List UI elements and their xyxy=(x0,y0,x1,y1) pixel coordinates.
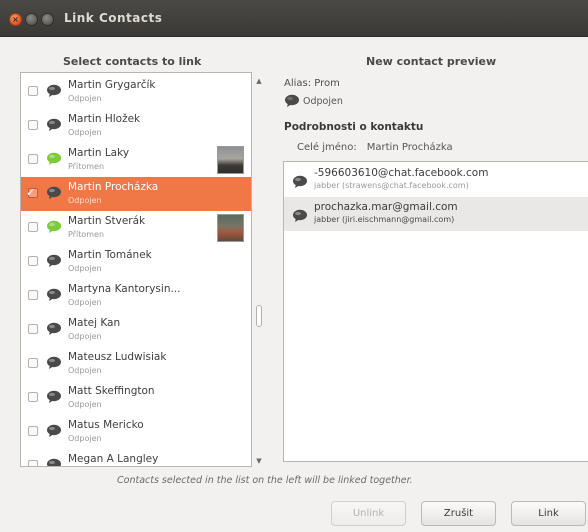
contact-status: Odpojen xyxy=(68,332,102,341)
account-protocol: jabber (jiri.eischmann@gmail.com) xyxy=(314,215,455,224)
account-row[interactable]: prochazka.mar@gmail.com jabber (jiri.eisc… xyxy=(284,197,588,231)
contact-details-title: Podrobnosti o kontaktu xyxy=(284,121,424,133)
online-status-icon xyxy=(47,152,61,165)
contact-avatar xyxy=(217,146,244,174)
contact-row[interactable]: Martin Grygarčík Odpojen xyxy=(21,75,251,109)
contact-status: Odpojen xyxy=(68,434,102,443)
contact-checkbox[interactable] xyxy=(28,290,38,300)
contact-row[interactable]: Martin Stverák Přítomen xyxy=(21,211,251,245)
contact-name: Matej Kan xyxy=(68,317,121,329)
link-hint-text: Contacts selected in the list on the lef… xyxy=(117,475,413,486)
contact-status: Přítomen xyxy=(68,230,105,239)
linked-accounts-list[interactable]: -596603610@chat.facebook.com jabber (stra… xyxy=(283,161,588,462)
contact-row[interactable]: ✓ Martin Procházka Odpojen xyxy=(21,177,251,211)
contact-list-scrollbar[interactable]: ▲ ▼ xyxy=(254,72,264,467)
link-contacts-dialog: × Link Contacts Select contacts to link … xyxy=(0,0,588,532)
contact-checkbox[interactable] xyxy=(28,392,38,402)
preview-status-text: Odpojen xyxy=(303,96,343,107)
contact-name: Martin Stverák xyxy=(68,215,146,227)
contact-row[interactable]: Martin Tománek Odpojen xyxy=(21,245,251,279)
offline-status-icon xyxy=(47,424,61,437)
contact-row[interactable]: Mateusz Ludwisiak Odpojen xyxy=(21,347,251,381)
contact-name: Matt Skeffington xyxy=(68,385,155,397)
contact-row[interactable]: Matt Skeffington Odpojen xyxy=(21,381,251,415)
contact-row[interactable]: Megan A Langley xyxy=(21,449,251,466)
contact-checkbox[interactable] xyxy=(28,86,38,96)
window-title: Link Contacts xyxy=(64,11,163,25)
online-status-icon xyxy=(47,220,61,233)
contact-checkbox[interactable] xyxy=(28,222,38,232)
scrollbar-thumb[interactable] xyxy=(256,305,262,327)
offline-status-icon xyxy=(285,94,299,107)
contact-name: Martin Tománek xyxy=(68,249,152,261)
contact-name: Martin Laky xyxy=(68,147,130,159)
contact-name: Mateusz Ludwisiak xyxy=(68,351,167,363)
offline-status-icon xyxy=(47,322,61,335)
alias-label: Alias: Prom xyxy=(284,78,340,89)
contact-row[interactable]: Matej Kan Odpojen xyxy=(21,313,251,347)
contact-row[interactable]: Martin Hložek Odpojen xyxy=(21,109,251,143)
contact-status: Odpojen xyxy=(68,94,102,103)
account-id: -596603610@chat.facebook.com xyxy=(314,167,489,179)
full-name-row: Celé jméno: Martin Procházka xyxy=(297,142,453,153)
contact-status: Přítomen xyxy=(68,162,105,171)
contact-list[interactable]: Martin Grygarčík Odpojen Martin Hložek Odpo… xyxy=(20,72,252,467)
cancel-button[interactable]: Zrušit xyxy=(421,501,496,526)
offline-status-icon xyxy=(47,288,61,301)
select-contacts-heading: Select contacts to link xyxy=(63,55,202,68)
full-name-label: Celé jméno: xyxy=(297,142,357,153)
contact-checkbox[interactable] xyxy=(28,154,38,164)
offline-status-icon xyxy=(293,175,307,188)
contact-checkbox[interactable] xyxy=(28,324,38,334)
scroll-down-arrow-icon[interactable]: ▼ xyxy=(254,456,264,466)
contact-checkbox[interactable] xyxy=(28,460,38,466)
scroll-up-arrow-icon[interactable]: ▲ xyxy=(254,76,264,86)
close-icon: × xyxy=(12,15,19,24)
account-row[interactable]: -596603610@chat.facebook.com jabber (stra… xyxy=(284,163,588,197)
contact-row[interactable]: Matus Mericko Odpojen xyxy=(21,415,251,449)
contact-status: Odpojen xyxy=(68,366,102,375)
contact-row[interactable]: Martin Laky Přítomen xyxy=(21,143,251,177)
offline-status-icon xyxy=(293,209,307,222)
contact-name: Martyna Kantorysin... xyxy=(68,283,181,295)
account-id: prochazka.mar@gmail.com xyxy=(314,201,458,213)
offline-status-icon xyxy=(47,390,61,403)
contact-name: Matus Mericko xyxy=(68,419,144,431)
account-protocol: jabber (strawens@chat.facebook.com) xyxy=(314,181,469,190)
offline-status-icon xyxy=(47,254,61,267)
contact-checkbox[interactable] xyxy=(28,358,38,368)
offline-status-icon xyxy=(47,356,61,369)
contact-checkbox[interactable] xyxy=(28,426,38,436)
contact-status: Odpojen xyxy=(68,264,102,273)
title-bar: × Link Contacts xyxy=(0,0,588,37)
offline-status-icon xyxy=(47,458,61,466)
maximize-window-button[interactable] xyxy=(41,13,54,26)
contact-status: Odpojen xyxy=(68,400,102,409)
contact-checkbox[interactable] xyxy=(28,256,38,266)
contact-status: Odpojen xyxy=(68,196,102,205)
contact-avatar xyxy=(217,214,244,242)
contact-name: Martin Grygarčík xyxy=(68,79,156,91)
contact-status: Odpojen xyxy=(68,128,102,137)
link-button[interactable]: Link xyxy=(511,501,586,526)
unlink-button[interactable]: Unlink xyxy=(331,501,406,526)
offline-status-icon xyxy=(47,84,61,97)
checkmark-icon: ✓ xyxy=(26,186,36,199)
contact-status: Odpojen xyxy=(68,298,102,307)
contact-name: Martin Hložek xyxy=(68,113,141,125)
minimize-window-button[interactable] xyxy=(25,13,38,26)
offline-status-icon xyxy=(47,118,61,131)
full-name-value: Martin Procházka xyxy=(366,142,453,153)
new-contact-preview-heading: New contact preview xyxy=(366,55,497,68)
offline-status-icon xyxy=(47,186,61,199)
contact-name: Martin Procházka xyxy=(68,181,159,193)
contact-checkbox[interactable] xyxy=(28,120,38,130)
contact-name: Megan A Langley xyxy=(68,453,159,465)
contact-row[interactable]: Martyna Kantorysin... Odpojen xyxy=(21,279,251,313)
close-window-button[interactable]: × xyxy=(9,13,22,26)
